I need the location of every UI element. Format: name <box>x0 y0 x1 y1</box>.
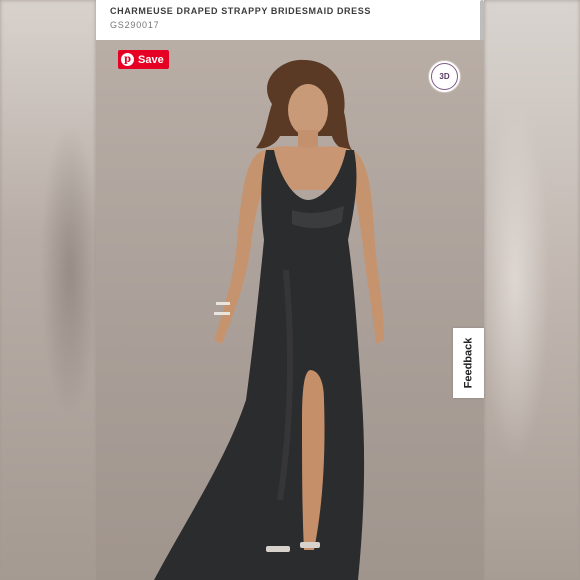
blurred-background-right <box>480 0 580 580</box>
pinterest-save-label: Save <box>138 53 164 66</box>
pinterest-save-button[interactable]: p Save <box>118 50 169 69</box>
3d-view-button[interactable]: 3D <box>428 60 461 93</box>
blurred-background-left <box>0 0 100 580</box>
product-sku: GS290017 <box>110 20 160 30</box>
feedback-tab[interactable]: Feedback <box>453 328 484 398</box>
pinterest-icon: p <box>121 53 134 66</box>
product-title: CHARMEUSE DRAPED STRAPPY BRIDESMAID DRES… <box>110 6 371 16</box>
product-photo <box>96 40 484 580</box>
model-wearing-dress-image <box>154 59 384 580</box>
feedback-label: Feedback <box>462 337 475 389</box>
3d-view-label: 3D <box>439 72 450 81</box>
product-header: CHARMEUSE DRAPED STRAPPY BRIDESMAID DRES… <box>96 0 484 40</box>
